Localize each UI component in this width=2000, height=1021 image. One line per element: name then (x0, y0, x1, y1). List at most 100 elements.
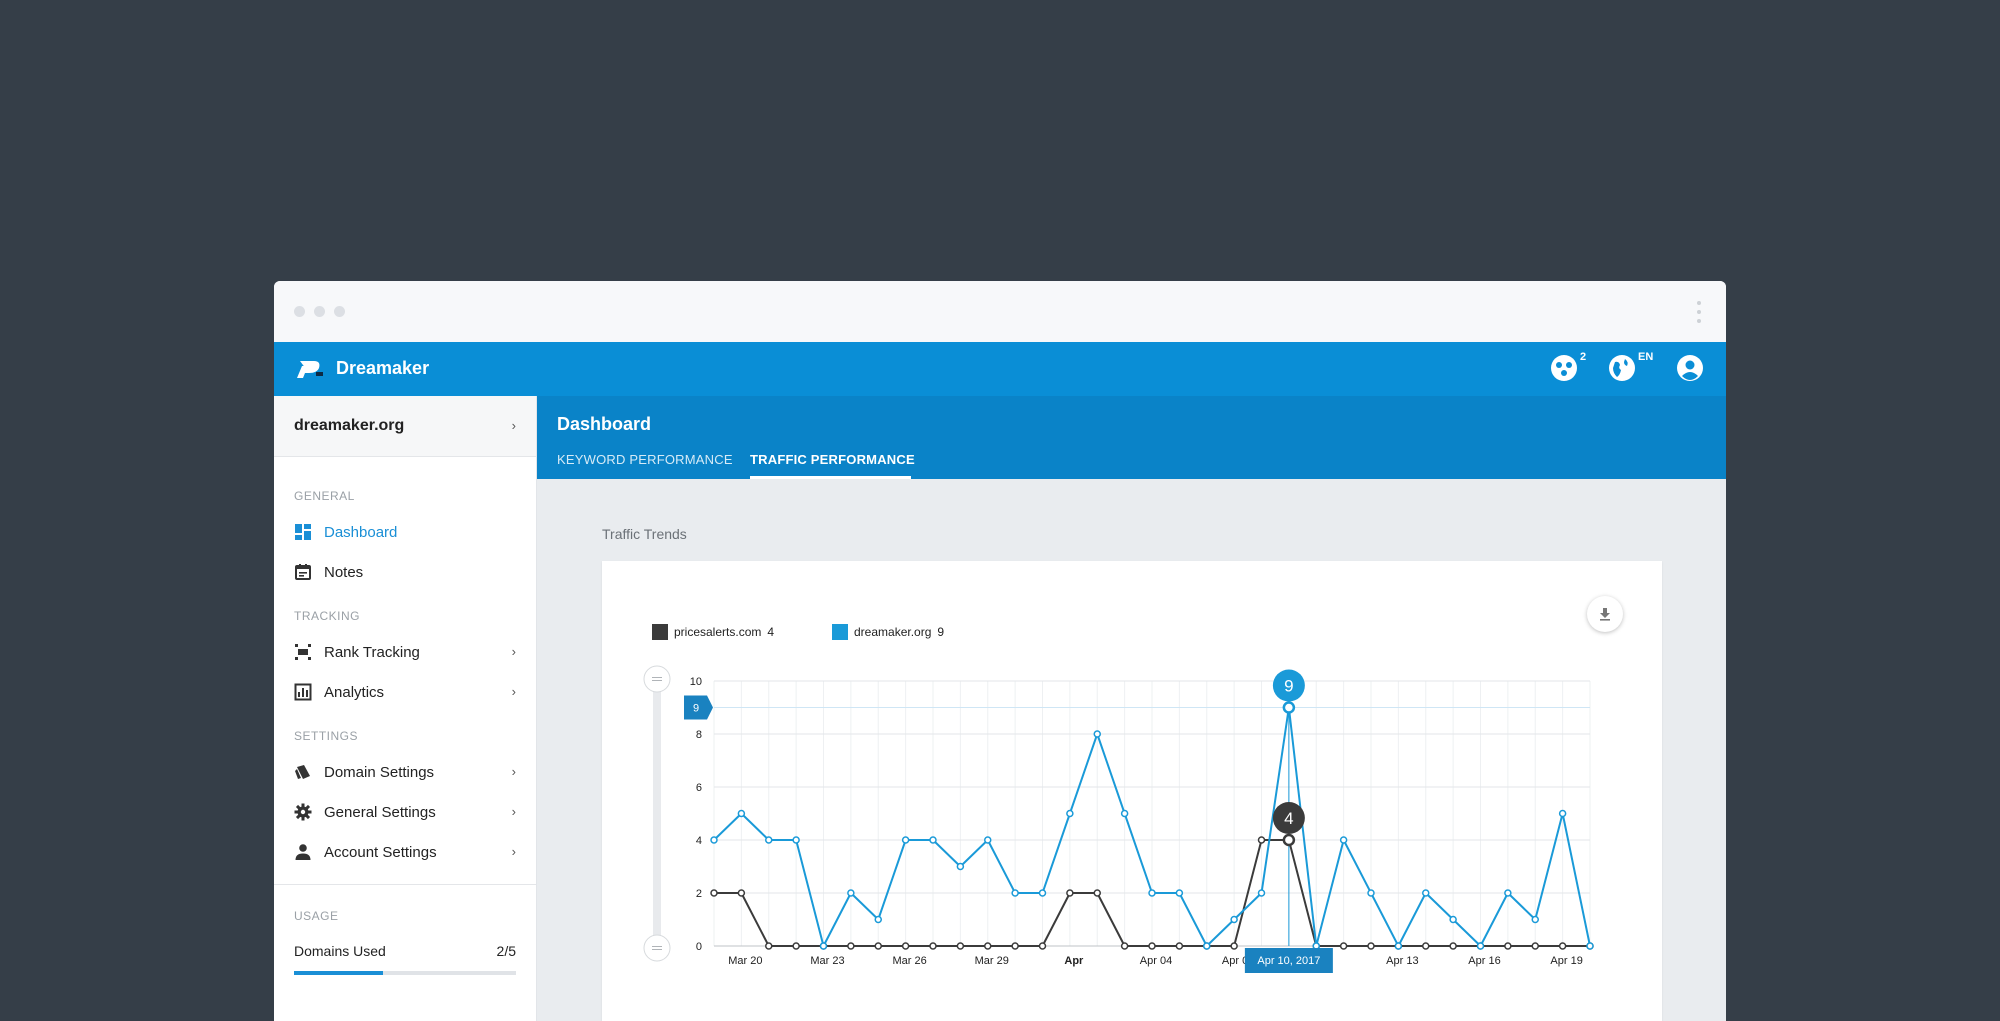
data-point (1257, 889, 1266, 897)
usage-label: Domains Used (294, 943, 386, 959)
legend-series-value: 4 (767, 625, 775, 639)
y-tick-label: 2 (696, 888, 702, 900)
window-maximize-dot[interactable] (334, 306, 345, 317)
x-tick-label: Mar 23 (810, 955, 844, 967)
language-button[interactable]: EN (1608, 351, 1653, 382)
data-point (956, 862, 965, 871)
sidebar-item-account-settings[interactable]: Account Settings › (274, 834, 536, 870)
data-point (984, 942, 992, 950)
y-axis-marker-label: 9 (693, 703, 699, 715)
data-point (1394, 942, 1403, 950)
x-tick-label: Apr (1064, 955, 1084, 967)
window-menu-icon[interactable] (1696, 301, 1702, 323)
notifications-badge: 2 (1580, 351, 1587, 363)
x-tick-label: Apr 16 (1468, 955, 1500, 967)
chevron-right-icon: › (511, 764, 516, 779)
crosshair-date-label: Apr 10, 2017 (1257, 955, 1320, 967)
dashboard-icon (295, 524, 311, 540)
domain-selector[interactable]: dreamaker.org › (274, 396, 536, 457)
range-slider-track (653, 673, 661, 955)
data-point (1175, 942, 1184, 950)
chevron-right-icon: › (511, 644, 516, 659)
rank-tracking-icon (295, 644, 311, 660)
sidebar-item-analytics[interactable]: Analytics › (274, 674, 536, 710)
section-tracking: TRACKING (294, 609, 361, 623)
user-avatar-icon (1677, 355, 1703, 381)
data-point (1093, 889, 1101, 897)
domain-name: dreamaker.org (294, 417, 405, 434)
sidebar-item-dashboard[interactable]: Dashboard (274, 514, 536, 550)
data-point (1011, 942, 1019, 950)
data-point (1449, 942, 1457, 950)
data-point (1230, 942, 1238, 950)
data-point (1422, 942, 1430, 950)
y-tick-label: 4 (696, 835, 702, 847)
chevron-right-icon: › (511, 418, 516, 433)
x-tick-label: Mar 20 (728, 955, 762, 967)
legend-swatch (652, 624, 668, 640)
account-button[interactable] (1676, 354, 1704, 382)
tooltip-value-blue: 9 (1284, 677, 1293, 696)
data-point (1504, 942, 1512, 950)
data-point (765, 942, 773, 950)
download-icon (1600, 608, 1610, 621)
data-point (1558, 809, 1567, 818)
data-point (1120, 809, 1129, 818)
tab-keyword-performance[interactable]: KEYWORD PERFORMANCE (557, 452, 733, 467)
calendar-icon (295, 564, 311, 580)
y-tick-label: 6 (696, 782, 702, 794)
x-tick-label: Apr 19 (1550, 955, 1582, 967)
data-point (1531, 942, 1539, 950)
data-point (737, 889, 746, 897)
legend-series-name: pricesalerts.com (674, 625, 762, 639)
section-title: Traffic Trends (602, 526, 687, 542)
language-code: EN (1638, 351, 1654, 363)
main-content: Traffic Trends pricesalerts.com 4 dreamak… (537, 479, 1726, 1021)
window-titlebar (274, 281, 1726, 342)
x-tick-label: Apr 13 (1386, 955, 1418, 967)
data-point (1586, 942, 1594, 950)
x-tick-label: Apr 04 (1140, 955, 1172, 967)
legend-series-name: dreamaker.org (854, 625, 932, 639)
traffic-trends-card: pricesalerts.com 4 dreamaker.org 9 0 2 4 6 8 10… (602, 561, 1662, 1021)
window-minimize-dot[interactable] (314, 306, 325, 317)
notifications-button[interactable]: 2 (1550, 351, 1586, 382)
sidebar-item-rank-tracking[interactable]: Rank Tracking › (274, 634, 536, 670)
range-slider-handle (643, 934, 671, 962)
chevron-right-icon: › (511, 844, 516, 859)
data-point (956, 942, 965, 950)
data-point (1175, 889, 1184, 897)
domain-icon (295, 765, 310, 779)
data-point (1148, 942, 1156, 950)
sidebar-item-notes[interactable]: Notes (274, 554, 536, 590)
sidebar-item-domain-settings[interactable]: Domain Settings › (274, 754, 536, 790)
data-point (1504, 889, 1512, 897)
data-point (874, 942, 882, 950)
section-general: GENERAL (294, 489, 355, 503)
data-point (1422, 889, 1430, 897)
x-tick-label: Mar 26 (893, 955, 927, 967)
window-close-dot[interactable] (294, 306, 305, 317)
data-point (710, 836, 718, 844)
download-button[interactable] (1587, 596, 1623, 632)
data-point (847, 942, 855, 950)
sidebar-item-label: Domain Settings (324, 764, 435, 781)
legend-swatch (832, 624, 848, 640)
sidebar-item-label: Analytics (324, 684, 385, 701)
sidebar-item-label: Notes (324, 564, 364, 581)
data-point (929, 942, 937, 950)
apps-icon (1551, 355, 1577, 381)
data-point (984, 836, 992, 844)
data-point (1531, 915, 1539, 924)
sidebar-item-general-settings[interactable]: General Settings › (274, 794, 536, 830)
data-point (792, 942, 800, 950)
data-point (1367, 942, 1375, 950)
data-point (1011, 889, 1019, 897)
data-point (1339, 942, 1348, 950)
y-tick-label: 0 (696, 941, 702, 953)
brand-logo (297, 361, 323, 378)
tab-traffic-performance[interactable]: TRAFFIC PERFORMANCE (750, 452, 915, 467)
sidebar-item-label: Account Settings (324, 844, 437, 861)
data-point (1120, 942, 1129, 950)
data-point (874, 915, 882, 924)
